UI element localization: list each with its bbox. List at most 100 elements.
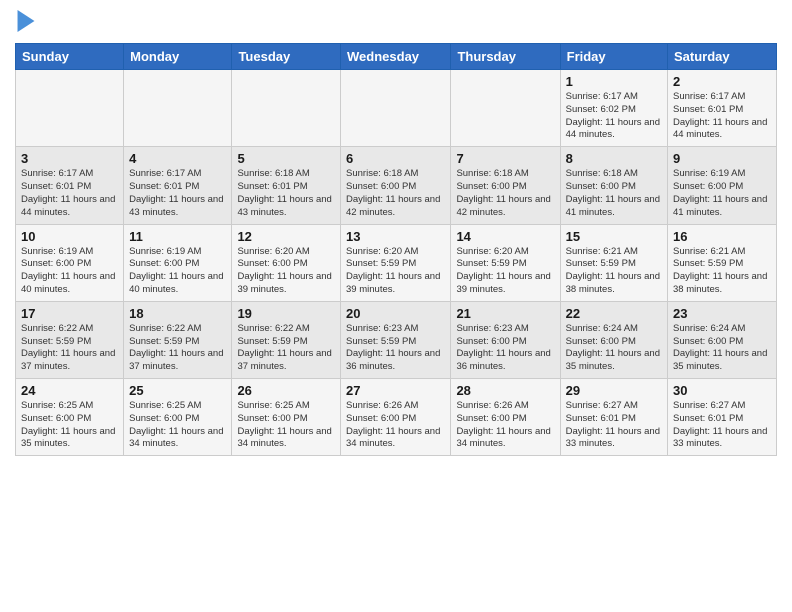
calendar-week-row: 24 Sunrise: 6:25 AM Sunset: 6:00 PM Dayli…	[16, 379, 777, 456]
day-info: Sunrise: 6:26 AM Sunset: 6:00 PM Dayligh…	[346, 400, 445, 451]
day-info: Sunrise: 6:25 AM Sunset: 6:00 PM Dayligh…	[21, 400, 118, 451]
calendar-cell: 15 Sunrise: 6:21 AM Sunset: 5:59 PM Dayli…	[560, 224, 667, 301]
day-info: Sunrise: 6:20 AM Sunset: 6:00 PM Dayligh…	[237, 246, 335, 297]
calendar-cell: 14Sunrise: 6:20 AM Sunset: 5:59 PM Dayli…	[451, 224, 560, 301]
day-number: 30	[673, 383, 771, 398]
day-info: Sunrise: 6:18 AM Sunset: 6:01 PM Dayligh…	[237, 168, 335, 219]
weekday-header: Friday	[560, 44, 667, 70]
calendar-cell: 12 Sunrise: 6:20 AM Sunset: 6:00 PM Dayli…	[232, 224, 341, 301]
day-number: 22	[566, 306, 662, 321]
calendar-cell: 13Sunrise: 6:20 AM Sunset: 5:59 PM Dayli…	[341, 224, 451, 301]
day-info: Sunrise: 6:23 AM Sunset: 6:00 PM Dayligh…	[456, 323, 554, 374]
day-info: Sunrise: 6:27 AM Sunset: 6:01 PM Dayligh…	[673, 400, 771, 451]
calendar-cell: 22 Sunrise: 6:24 AM Sunset: 6:00 PM Dayli…	[560, 301, 667, 378]
calendar-cell: 7 Sunrise: 6:18 AM Sunset: 6:00 PM Daylig…	[451, 147, 560, 224]
day-info: Sunrise: 6:24 AM Sunset: 6:00 PM Dayligh…	[673, 323, 771, 374]
day-info: Sunrise: 6:26 AM Sunset: 6:00 PM Dayligh…	[456, 400, 554, 451]
calendar-cell: 27 Sunrise: 6:26 AM Sunset: 6:00 PM Dayli…	[341, 379, 451, 456]
calendar-cell: 4 Sunrise: 6:17 AM Sunset: 6:01 PM Daylig…	[124, 147, 232, 224]
day-info: Sunrise: 6:25 AM Sunset: 6:00 PM Dayligh…	[129, 400, 226, 451]
calendar-cell: 2Sunrise: 6:17 AM Sunset: 6:01 PM Daylig…	[668, 70, 777, 147]
day-number: 10	[21, 229, 118, 244]
calendar-cell: 26Sunrise: 6:25 AM Sunset: 6:00 PM Dayli…	[232, 379, 341, 456]
day-number: 29	[566, 383, 662, 398]
calendar-table: SundayMondayTuesdayWednesdayThursdayFrid…	[15, 43, 777, 456]
day-number: 24	[21, 383, 118, 398]
calendar-cell: 9 Sunrise: 6:19 AM Sunset: 6:00 PM Daylig…	[668, 147, 777, 224]
day-info: Sunrise: 6:18 AM Sunset: 6:00 PM Dayligh…	[456, 168, 554, 219]
calendar-cell: 29Sunrise: 6:27 AM Sunset: 6:01 PM Dayli…	[560, 379, 667, 456]
calendar-week-row: 10 Sunrise: 6:19 AM Sunset: 6:00 PM Dayli…	[16, 224, 777, 301]
logo	[15, 10, 38, 37]
day-info: Sunrise: 6:23 AM Sunset: 5:59 PM Dayligh…	[346, 323, 445, 374]
calendar-week-row: 3 Sunrise: 6:17 AM Sunset: 6:01 PM Daylig…	[16, 147, 777, 224]
day-info: Sunrise: 6:19 AM Sunset: 6:00 PM Dayligh…	[129, 246, 226, 297]
weekday-header: Tuesday	[232, 44, 341, 70]
day-number: 18	[129, 306, 226, 321]
calendar-cell: 8Sunrise: 6:18 AM Sunset: 6:00 PM Daylig…	[560, 147, 667, 224]
calendar-cell: 20 Sunrise: 6:23 AM Sunset: 5:59 PM Dayli…	[341, 301, 451, 378]
day-number: 28	[456, 383, 554, 398]
calendar-week-row: 1 Sunrise: 6:17 AM Sunset: 6:02 PM Daylig…	[16, 70, 777, 147]
day-number: 16	[673, 229, 771, 244]
calendar-cell: 6Sunrise: 6:18 AM Sunset: 6:00 PM Daylig…	[341, 147, 451, 224]
calendar-cell: 24 Sunrise: 6:25 AM Sunset: 6:00 PM Dayli…	[16, 379, 124, 456]
weekday-header: Monday	[124, 44, 232, 70]
day-info: Sunrise: 6:25 AM Sunset: 6:00 PM Dayligh…	[237, 400, 335, 451]
day-number: 3	[21, 151, 118, 166]
day-number: 11	[129, 229, 226, 244]
day-info: Sunrise: 6:19 AM Sunset: 6:00 PM Dayligh…	[673, 168, 771, 219]
day-number: 20	[346, 306, 445, 321]
day-info: Sunrise: 6:17 AM Sunset: 6:02 PM Dayligh…	[566, 91, 662, 142]
day-info: Sunrise: 6:20 AM Sunset: 5:59 PM Dayligh…	[456, 246, 554, 297]
day-number: 4	[129, 151, 226, 166]
day-info: Sunrise: 6:19 AM Sunset: 6:00 PM Dayligh…	[21, 246, 118, 297]
calendar-cell: 1 Sunrise: 6:17 AM Sunset: 6:02 PM Daylig…	[560, 70, 667, 147]
day-number: 17	[21, 306, 118, 321]
weekday-header: Thursday	[451, 44, 560, 70]
day-info: Sunrise: 6:21 AM Sunset: 5:59 PM Dayligh…	[566, 246, 662, 297]
calendar-body: 1 Sunrise: 6:17 AM Sunset: 6:02 PM Daylig…	[16, 70, 777, 456]
day-number: 23	[673, 306, 771, 321]
day-number: 13	[346, 229, 445, 244]
day-number: 25	[129, 383, 226, 398]
weekday-header: Sunday	[16, 44, 124, 70]
calendar-cell: 23 Sunrise: 6:24 AM Sunset: 6:00 PM Dayli…	[668, 301, 777, 378]
calendar-cell	[16, 70, 124, 147]
day-info: Sunrise: 6:18 AM Sunset: 6:00 PM Dayligh…	[566, 168, 662, 219]
day-info: Sunrise: 6:24 AM Sunset: 6:00 PM Dayligh…	[566, 323, 662, 374]
calendar-cell: 17Sunrise: 6:22 AM Sunset: 5:59 PM Dayli…	[16, 301, 124, 378]
calendar-cell: 10 Sunrise: 6:19 AM Sunset: 6:00 PM Dayli…	[16, 224, 124, 301]
day-info: Sunrise: 6:22 AM Sunset: 5:59 PM Dayligh…	[237, 323, 335, 374]
calendar-cell: 18 Sunrise: 6:22 AM Sunset: 5:59 PM Dayli…	[124, 301, 232, 378]
calendar-cell: 16 Sunrise: 6:21 AM Sunset: 5:59 PM Dayli…	[668, 224, 777, 301]
calendar-cell: 21 Sunrise: 6:23 AM Sunset: 6:00 PM Dayli…	[451, 301, 560, 378]
calendar-cell: 28 Sunrise: 6:26 AM Sunset: 6:00 PM Dayli…	[451, 379, 560, 456]
calendar-cell: 3 Sunrise: 6:17 AM Sunset: 6:01 PM Daylig…	[16, 147, 124, 224]
day-info: Sunrise: 6:22 AM Sunset: 5:59 PM Dayligh…	[129, 323, 226, 374]
calendar-cell: 30 Sunrise: 6:27 AM Sunset: 6:01 PM Dayli…	[668, 379, 777, 456]
day-info: Sunrise: 6:17 AM Sunset: 6:01 PM Dayligh…	[129, 168, 226, 219]
day-number: 15	[566, 229, 662, 244]
calendar-cell: 5 Sunrise: 6:18 AM Sunset: 6:01 PM Daylig…	[232, 147, 341, 224]
calendar-week-row: 17 Sunrise: 6:22 AM Sunset: 5:59 PM Dayli…	[16, 301, 777, 378]
weekday-header: Saturday	[668, 44, 777, 70]
day-number: 7	[456, 151, 554, 166]
day-number: 9	[673, 151, 771, 166]
calendar-cell: 19 Sunrise: 6:22 AM Sunset: 5:59 PM Dayli…	[232, 301, 341, 378]
calendar-cell	[341, 70, 451, 147]
weekday-header: Wednesday	[341, 44, 451, 70]
calendar-cell	[451, 70, 560, 147]
day-number: 12	[237, 229, 335, 244]
day-number: 5	[237, 151, 335, 166]
day-number: 27	[346, 383, 445, 398]
day-info: Sunrise: 6:21 AM Sunset: 5:59 PM Dayligh…	[673, 246, 771, 297]
day-info: Sunrise: 6:18 AM Sunset: 6:00 PM Dayligh…	[346, 168, 445, 219]
day-info: Sunrise: 6:17 AM Sunset: 6:01 PM Dayligh…	[673, 91, 771, 142]
day-number: 19	[237, 306, 335, 321]
day-number: 21	[456, 306, 554, 321]
day-info: Sunrise: 6:17 AM Sunset: 6:01 PM Dayligh…	[21, 168, 118, 219]
day-number: 1	[566, 74, 662, 89]
calendar-header-row: SundayMondayTuesdayWednesdayThursdayFrid…	[16, 44, 777, 70]
calendar-cell: 25 Sunrise: 6:25 AM Sunset: 6:00 PM Dayli…	[124, 379, 232, 456]
